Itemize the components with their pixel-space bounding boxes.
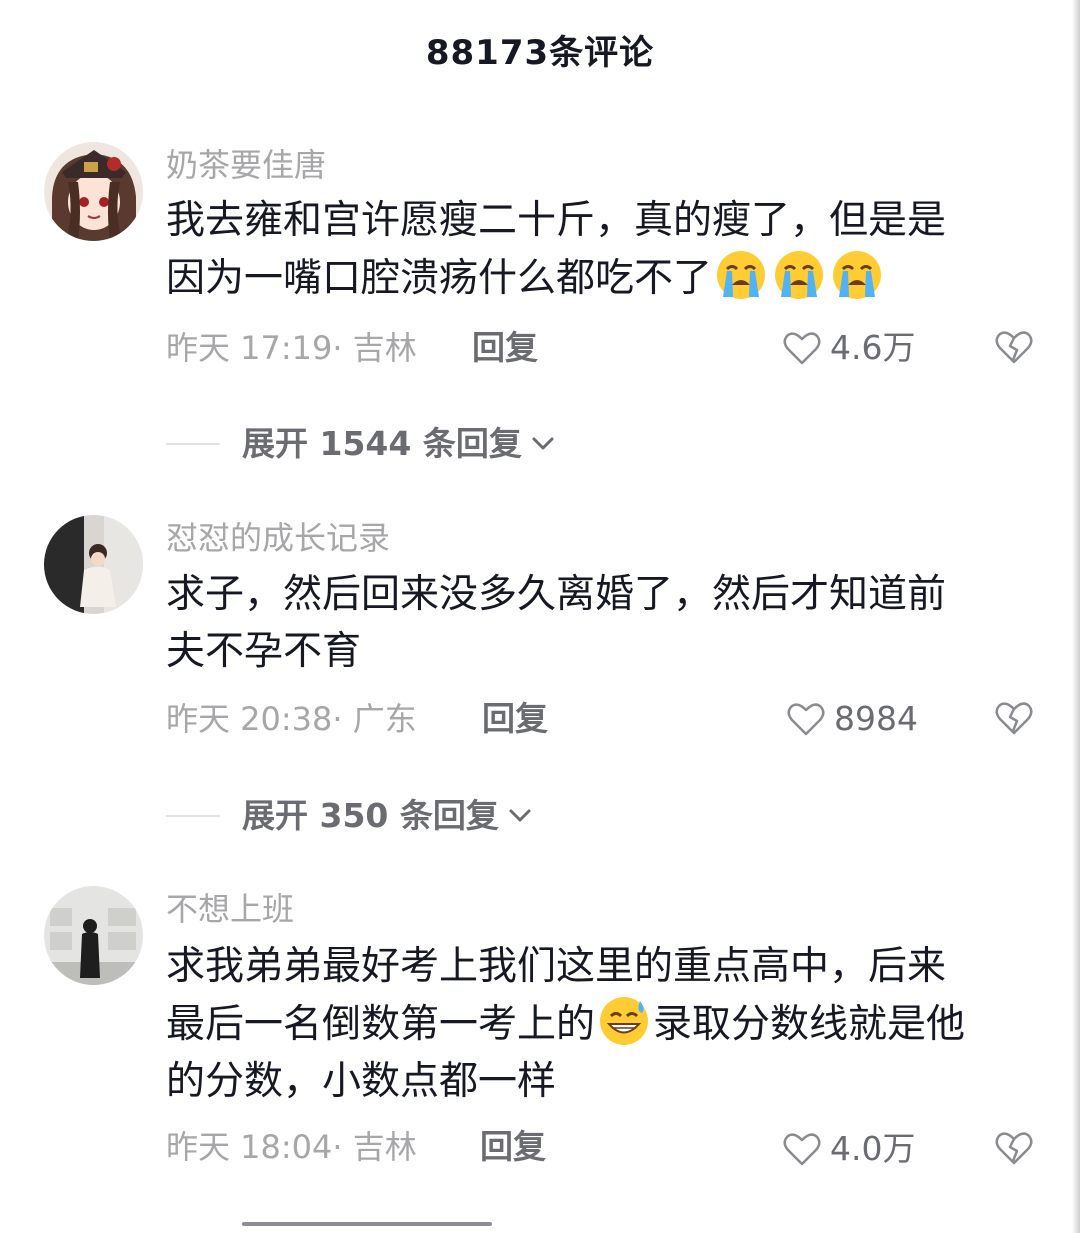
- heart-icon: [783, 1133, 821, 1166]
- grinning-sweat-face-emoji: [600, 997, 649, 1045]
- like-count: 4.0万: [830, 1129, 916, 1168]
- dislike-button[interactable]: [994, 698, 1034, 742]
- comment-text-segment: 最后一名倒数第一考上的: [166, 1002, 596, 1047]
- comment-timestamp-location: 昨天 18:04· 吉林: [166, 1128, 417, 1166]
- like-button[interactable]: 4.0万: [782, 1128, 915, 1170]
- comment-text: 求我弟弟最好考上我们这里的重点高中，后来 最后一名倒数第一考上的 录取分数线就是他…: [166, 938, 1026, 1110]
- reply-button[interactable]: 回复: [472, 327, 538, 369]
- comment-text-line: 夫不孕不育: [166, 629, 362, 674]
- reply-button[interactable]: 回复: [482, 698, 548, 740]
- like-button[interactable]: 4.6万: [782, 327, 915, 369]
- loudly-crying-face-emoji: [833, 251, 882, 299]
- broken-heart-icon: [995, 1132, 1033, 1165]
- comment-text-line: 的分数，小数点都一样: [166, 1059, 557, 1104]
- scroll-edge-shadow: [1072, 0, 1080, 1233]
- broken-heart-icon: [995, 702, 1033, 735]
- avatar[interactable]: [44, 886, 143, 985]
- comment-text-line: 我去雍和宫许愿瘦二十斤，真的瘦了，但是是: [166, 198, 947, 243]
- dislike-button[interactable]: [994, 327, 1034, 371]
- comment-text-line: 求我弟弟最好考上我们这里的重点高中，后来: [166, 944, 947, 989]
- broken-heart-icon: [995, 331, 1033, 364]
- comment-timestamp-location: 昨天 20:38· 广东: [166, 700, 417, 738]
- comments-count-title: 88173条评论: [425, 33, 655, 73]
- divider-line: [166, 815, 220, 817]
- expand-replies-button-partial[interactable]: [242, 1222, 492, 1233]
- comment-text-line: 因为一嘴口腔溃疡什么都吃不了: [166, 249, 1026, 307]
- heart-icon: [783, 332, 821, 365]
- comment-username[interactable]: 不想上班: [166, 889, 294, 929]
- chevron-down-icon: [509, 809, 531, 822]
- comment-text: 我去雍和宫许愿瘦二十斤，真的瘦了，但是是 因为一嘴口腔溃疡什么都吃不了: [166, 192, 1026, 307]
- avatar[interactable]: [44, 515, 143, 614]
- like-count: 8984: [834, 699, 918, 738]
- clipped-text-fragment: [242, 1222, 492, 1226]
- divider-line: [166, 443, 220, 445]
- avatar[interactable]: [44, 142, 143, 241]
- expand-replies-button[interactable]: 展开 1544 条回复: [166, 422, 558, 466]
- comment-text: 求子，然后回来没多久离婚了，然后才知道前 夫不孕不育: [166, 566, 1026, 680]
- dislike-button[interactable]: [994, 1128, 1034, 1172]
- expand-replies-button[interactable]: 展开 350 条回复: [166, 794, 535, 838]
- comment-text-line: 求子，然后回来没多久离婚了，然后才知道前: [166, 572, 947, 617]
- like-count: 4.6万: [830, 328, 916, 367]
- comment-username[interactable]: 奶茶要佳唐: [166, 145, 326, 185]
- heart-icon: [787, 703, 825, 736]
- comment-timestamp-location: 昨天 17:19· 吉林: [166, 329, 417, 367]
- chevron-down-icon: [532, 437, 554, 450]
- like-button[interactable]: 8984: [786, 698, 918, 740]
- reply-button[interactable]: 回复: [480, 1126, 546, 1168]
- comment-text-line: 最后一名倒数第一考上的 录取分数线就是他: [166, 995, 1026, 1053]
- expand-replies-label: 展开 350 条回复: [242, 796, 499, 835]
- loudly-crying-face-emoji: [717, 251, 766, 299]
- expand-replies-label: 展开 1544 条回复: [242, 424, 522, 463]
- comment-username[interactable]: 怼怼的成长记录: [166, 518, 390, 558]
- comment-text-segment: 录取分数线就是他: [653, 1002, 966, 1047]
- comment-text-segment: 因为一嘴口腔溃疡什么都吃不了: [166, 256, 713, 301]
- loudly-crying-face-emoji: [775, 251, 824, 299]
